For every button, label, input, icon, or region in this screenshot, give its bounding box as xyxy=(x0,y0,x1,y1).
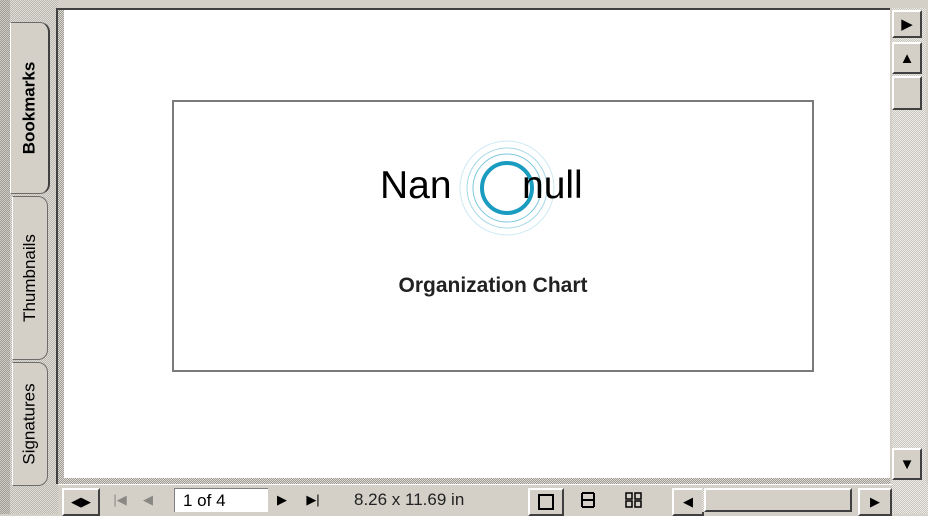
triangle-right-icon: ▶ xyxy=(901,16,913,33)
document-title: Organization Chart xyxy=(398,274,588,297)
first-page-button[interactable]: |◀ xyxy=(110,488,130,512)
logo-text-right: null xyxy=(522,164,583,207)
tab-thumbnails-label: Thumbnails xyxy=(20,234,39,322)
next-page-button[interactable]: ▶ xyxy=(272,488,292,512)
split-view-icon: ◀▶ xyxy=(71,494,91,509)
split-view-button[interactable]: ◀▶ xyxy=(62,488,100,516)
navigation-toolbar: ◀▶ |◀ ◀ 1 of 4 ▶ ▶| 8.26 x 11.69 in ◀ ▶ xyxy=(58,484,892,516)
logo-text-left: Nan xyxy=(380,164,452,207)
horizontal-scroll-thumb[interactable] xyxy=(704,488,852,512)
page-size-label: 8.26 x 11.69 in xyxy=(354,490,465,509)
scrollbar-corner xyxy=(892,484,928,514)
page-number-field[interactable]: 1 of 4 xyxy=(174,488,268,512)
document-view-left-bevel xyxy=(58,10,64,482)
splitter-edge[interactable] xyxy=(0,0,10,514)
next-page-icon: ▶ xyxy=(277,492,287,507)
scroll-down-button[interactable]: ▼ xyxy=(892,448,922,480)
horizontal-scrollbar[interactable] xyxy=(702,488,852,512)
scroll-left-button[interactable]: ◀ xyxy=(672,488,704,516)
continuous-page-icon xyxy=(581,492,595,508)
tab-bookmarks[interactable]: Bookmarks xyxy=(10,22,50,194)
scroll-up-button[interactable]: ▲ xyxy=(892,42,922,74)
triangle-down-icon: ▼ xyxy=(899,455,915,473)
tab-signatures-label: Signatures xyxy=(20,383,39,465)
triangle-left-icon: ◀ xyxy=(683,494,693,509)
company-logo: Nan null xyxy=(380,118,610,238)
first-page-icon: |◀ xyxy=(113,492,127,507)
previous-page-icon: ◀ xyxy=(143,492,153,507)
single-page-button[interactable] xyxy=(528,488,564,516)
triangle-right-icon: ▶ xyxy=(870,494,880,509)
collapse-right-button[interactable]: ▶ xyxy=(892,10,922,38)
facing-pages-icon xyxy=(625,492,642,508)
tab-thumbnails[interactable]: Thumbnails xyxy=(12,196,48,360)
facing-pages-button[interactable] xyxy=(622,488,646,512)
triangle-up-icon: ▲ xyxy=(899,49,915,67)
tab-signatures[interactable]: Signatures xyxy=(12,362,48,486)
last-page-icon: ▶| xyxy=(306,492,320,507)
last-page-button[interactable]: ▶| xyxy=(302,488,324,512)
vertical-scroll-thumb[interactable] xyxy=(892,76,922,110)
continuous-page-button[interactable] xyxy=(576,488,600,512)
scroll-right-button[interactable]: ▶ xyxy=(858,488,892,516)
tab-bookmarks-label: Bookmarks xyxy=(19,61,39,155)
single-page-icon xyxy=(538,494,554,510)
previous-page-button[interactable]: ◀ xyxy=(138,488,158,512)
